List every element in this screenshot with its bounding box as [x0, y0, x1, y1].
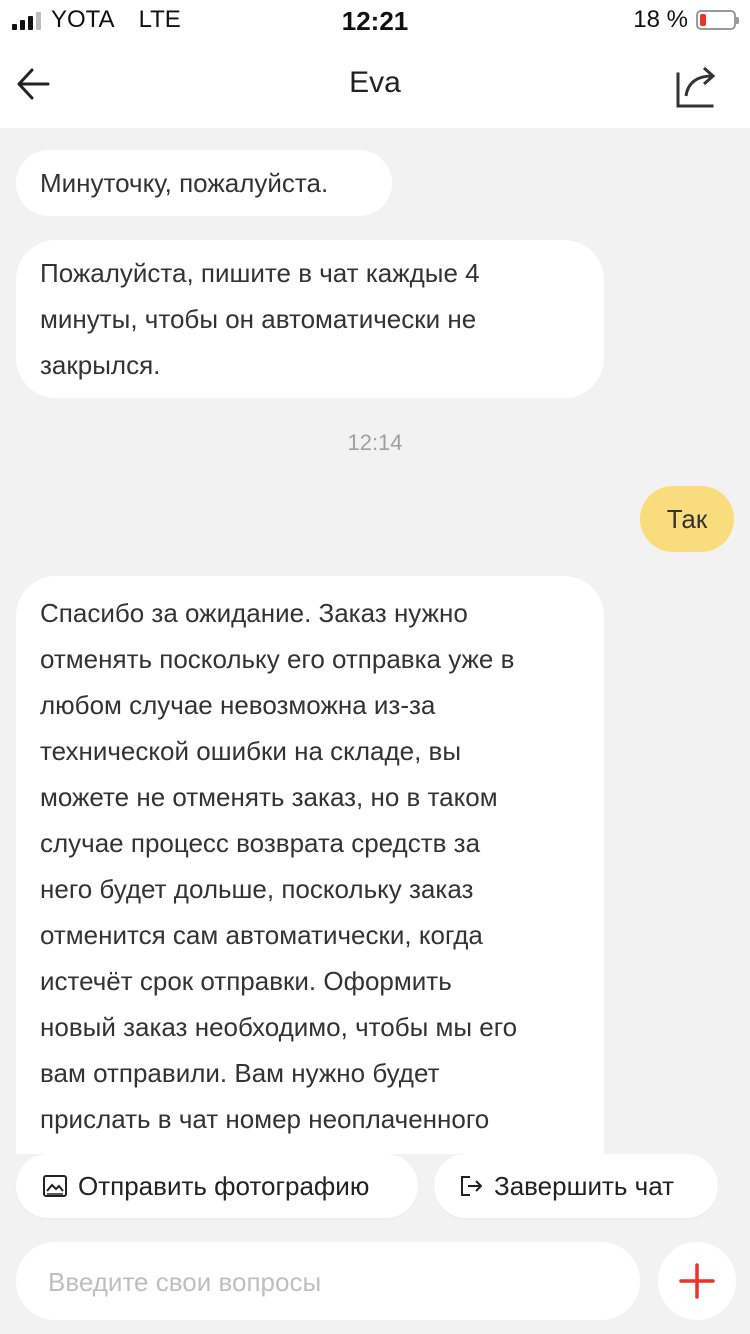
chat-area[interactable]: Минуточку, пожалуйста. Пожалуйста, пишит…: [0, 128, 750, 1154]
agent-message: Минуточку, пожалуйста.: [16, 150, 392, 216]
attach-button[interactable]: [658, 1242, 736, 1320]
quick-actions: Отправить фотографию Завершить чат: [0, 1154, 750, 1218]
message-composer: [16, 1242, 640, 1322]
user-message: Так: [640, 486, 734, 552]
message-text: Пожалуйста, пишите в чат каждые 4 минуты…: [40, 258, 480, 380]
message-text: Так: [666, 504, 708, 534]
chat-title: Eva: [349, 66, 401, 99]
share-button[interactable]: [674, 60, 722, 110]
exit-icon: [461, 1176, 482, 1196]
agent-message: Пожалуйста, пишите в чат каждые 4 минуты…: [16, 240, 604, 398]
battery-percent: 18 %: [633, 6, 688, 33]
image-icon: [43, 1175, 67, 1197]
message-text: Минуточку, пожалуйста.: [40, 168, 329, 198]
nav-bar: Eva: [0, 42, 750, 128]
message-timestamp: 12:14: [347, 430, 403, 455]
agent-message: Спасибо за ожидание. Заказ нужно отменят…: [16, 576, 604, 1154]
plus-icon: [679, 1263, 715, 1299]
end-chat-button[interactable]: Завершить чат: [434, 1154, 718, 1218]
message-text: Спасибо за ожидание. Заказ нужно отменят…: [40, 598, 518, 1134]
battery-icon: [696, 10, 739, 30]
status-right: 18 %: [633, 6, 739, 34]
end-chat-label: Завершить чат: [494, 1170, 675, 1201]
share-icon: [676, 66, 716, 108]
send-photo-button[interactable]: Отправить фотографию: [16, 1154, 418, 1218]
send-photo-label: Отправить фотографию: [78, 1170, 370, 1201]
status-bar: YOTA LTE 12:21 18 %: [0, 0, 750, 42]
message-input[interactable]: [46, 1242, 630, 1322]
